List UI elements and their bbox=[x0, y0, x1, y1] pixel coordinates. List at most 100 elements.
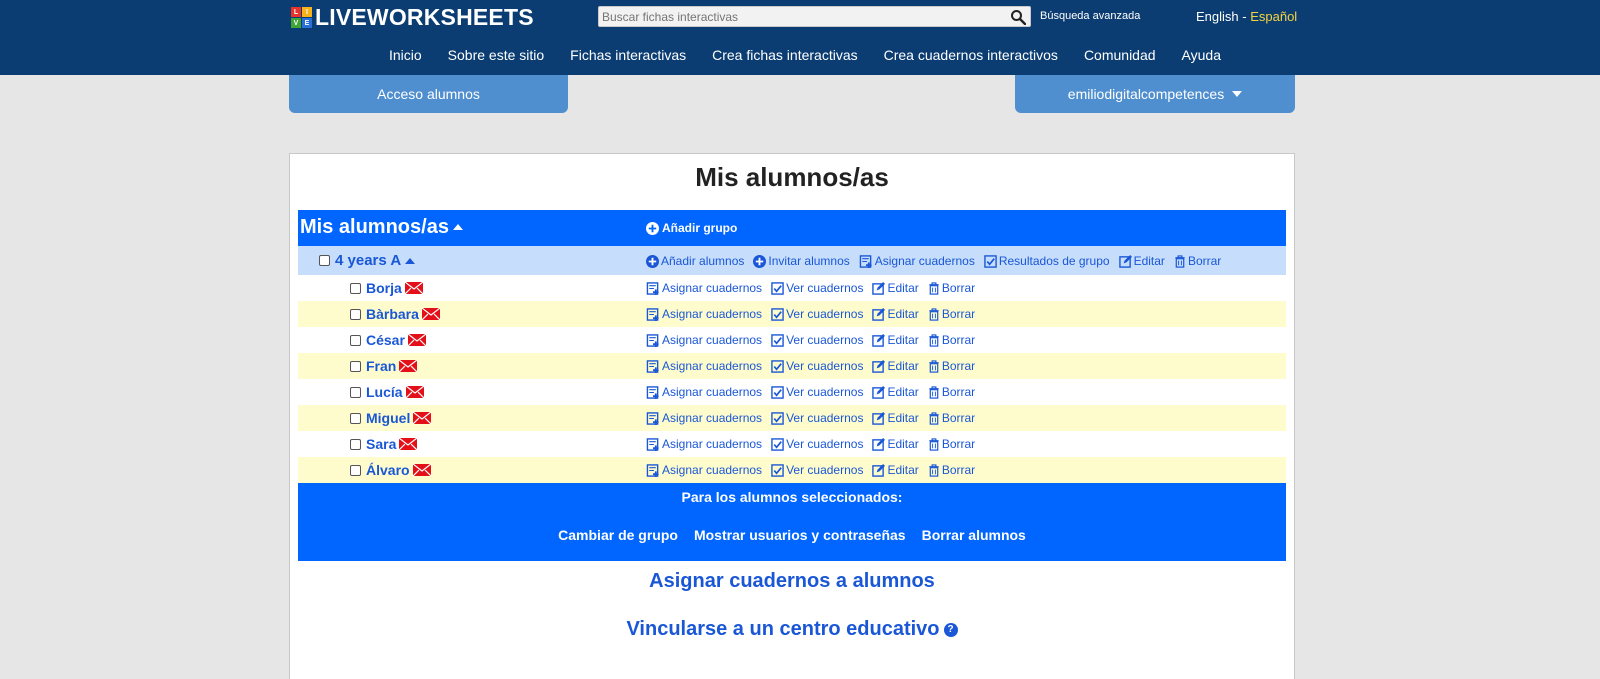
student-name[interactable]: Borja bbox=[350, 280, 423, 296]
mail-icon[interactable] bbox=[399, 360, 418, 372]
student-checkbox[interactable] bbox=[350, 386, 361, 398]
view-notebooks-button[interactable]: Ver cuadernos bbox=[771, 463, 863, 477]
delete-student-button[interactable]: Borrar bbox=[928, 411, 975, 425]
edit-icon bbox=[872, 437, 886, 451]
view-notebooks-button[interactable]: Ver cuadernos bbox=[771, 385, 863, 399]
student-name[interactable]: Lucía bbox=[350, 384, 424, 400]
delete-student-button[interactable]: Borrar bbox=[928, 333, 975, 347]
collapse-caret-icon bbox=[452, 224, 463, 230]
mail-icon[interactable] bbox=[404, 282, 423, 294]
search-input[interactable] bbox=[599, 7, 999, 26]
mail-icon[interactable] bbox=[405, 386, 424, 398]
action-label: Editar bbox=[1133, 254, 1165, 268]
lang-english-link[interactable]: English bbox=[1196, 9, 1239, 24]
view-notebooks-button[interactable]: Ver cuadernos bbox=[771, 411, 863, 425]
help-icon[interactable]: ? bbox=[943, 622, 958, 637]
delete-student-button[interactable]: Borrar bbox=[928, 463, 975, 477]
invite-students-button[interactable]: Invitar alumnos bbox=[753, 254, 850, 268]
page-title: Mis alumnos/as bbox=[695, 162, 889, 192]
assign-notebooks-group-button[interactable]: Asignar cuadernos bbox=[859, 254, 975, 268]
student-name[interactable]: Álvaro bbox=[350, 462, 431, 478]
advanced-search-link[interactable]: Búsqueda avanzada bbox=[1040, 10, 1140, 22]
mail-icon[interactable] bbox=[412, 464, 431, 476]
assign-notebooks-button[interactable]: Asignar cuadernos bbox=[646, 437, 762, 451]
assign-notebooks-button[interactable]: Asignar cuadernos bbox=[646, 385, 762, 399]
edit-student-button[interactable]: Editar bbox=[872, 359, 919, 373]
change-group-button[interactable]: Cambiar de grupo bbox=[558, 527, 678, 543]
add-students-button[interactable]: Añadir alumnos bbox=[646, 254, 744, 268]
student-name[interactable]: Miguel bbox=[350, 410, 432, 426]
delete-student-button[interactable]: Borrar bbox=[928, 437, 975, 451]
delete-students-button[interactable]: Borrar alumnos bbox=[922, 527, 1026, 543]
assign-notebooks-link[interactable]: Asignar cuadernos a alumnos bbox=[290, 570, 1294, 593]
assign-notebooks-button[interactable]: Asignar cuadernos bbox=[646, 307, 762, 321]
group-checkbox[interactable] bbox=[319, 255, 330, 266]
student-name[interactable]: Fran bbox=[350, 358, 418, 374]
nav-crea-cuadernos[interactable]: Crea cuadernos interactivos bbox=[884, 47, 1058, 63]
delete-student-button[interactable]: Borrar bbox=[928, 281, 975, 295]
view-notebooks-button[interactable]: Ver cuadernos bbox=[771, 281, 863, 295]
edit-student-button[interactable]: Editar bbox=[872, 307, 919, 321]
delete-student-button[interactable]: Borrar bbox=[928, 359, 975, 373]
student-checkbox[interactable] bbox=[350, 282, 361, 294]
group-results-button[interactable]: Resultados de grupo bbox=[984, 254, 1110, 268]
assign-notebooks-button[interactable]: Asignar cuadernos bbox=[646, 359, 762, 373]
add-group-button[interactable]: Añadir grupo bbox=[646, 221, 737, 235]
student-checkbox[interactable] bbox=[350, 464, 361, 476]
student-name[interactable]: Bàrbara bbox=[350, 306, 440, 322]
view-notebooks-button[interactable]: Ver cuadernos bbox=[771, 307, 863, 321]
search-icon[interactable] bbox=[1010, 9, 1026, 25]
student-checkbox[interactable] bbox=[350, 308, 361, 320]
student-name[interactable]: Sara bbox=[350, 436, 418, 452]
assign-notebooks-button[interactable]: Asignar cuadernos bbox=[646, 333, 762, 347]
action-label: Editar bbox=[887, 333, 919, 347]
action-label: Editar bbox=[887, 307, 919, 321]
nav-fichas[interactable]: Fichas interactivas bbox=[570, 47, 686, 63]
edit-group-button[interactable]: Editar bbox=[1118, 254, 1165, 268]
action-label: Ver cuadernos bbox=[786, 333, 864, 347]
user-menu-tab[interactable]: emiliodigitalcompetences bbox=[1015, 75, 1295, 113]
site-logo[interactable]: L I V E LIVEWORKSHEETS bbox=[291, 4, 534, 31]
action-label: Borrar bbox=[941, 437, 976, 451]
mail-icon[interactable] bbox=[407, 334, 426, 346]
edit-student-button[interactable]: Editar bbox=[872, 281, 919, 295]
mail-icon[interactable] bbox=[421, 308, 440, 320]
student-actions: Asignar cuadernos Ver cuadernos Editar Borr… bbox=[646, 281, 984, 295]
show-credentials-button[interactable]: Mostrar usuarios y contraseñas bbox=[694, 527, 906, 543]
nav-sobre[interactable]: Sobre este sitio bbox=[448, 47, 545, 63]
group-name[interactable]: 4 years A bbox=[319, 252, 416, 269]
checkbox-checked-icon bbox=[771, 437, 784, 451]
action-label: Asignar cuadernos bbox=[662, 385, 763, 399]
table-row: Borja Asignar cuadernos Ver cuadernos Edita… bbox=[298, 275, 1286, 301]
nav-inicio[interactable]: Inicio bbox=[389, 47, 422, 63]
delete-group-button[interactable]: Borrar bbox=[1174, 254, 1221, 268]
view-notebooks-button[interactable]: Ver cuadernos bbox=[771, 359, 863, 373]
assign-notebooks-button[interactable]: Asignar cuadernos bbox=[646, 411, 762, 425]
mail-icon[interactable] bbox=[399, 438, 418, 450]
student-checkbox[interactable] bbox=[350, 438, 361, 450]
view-notebooks-button[interactable]: Ver cuadernos bbox=[771, 437, 863, 451]
edit-student-button[interactable]: Editar bbox=[872, 437, 919, 451]
edit-student-button[interactable]: Editar bbox=[872, 333, 919, 347]
nav-ayuda[interactable]: Ayuda bbox=[1182, 47, 1221, 63]
assign-notebooks-button[interactable]: Asignar cuadernos bbox=[646, 281, 762, 295]
view-notebooks-button[interactable]: Ver cuadernos bbox=[771, 333, 863, 347]
assign-notebook-icon bbox=[646, 463, 659, 477]
assign-notebooks-button[interactable]: Asignar cuadernos bbox=[646, 463, 762, 477]
students-access-tab[interactable]: Acceso alumnos bbox=[289, 75, 568, 113]
student-name[interactable]: César bbox=[350, 332, 426, 348]
delete-student-button[interactable]: Borrar bbox=[928, 307, 975, 321]
nav-crea-fichas[interactable]: Crea fichas interactivas bbox=[712, 47, 858, 63]
link-school-link[interactable]: Vincularse a un centro educativo? bbox=[290, 618, 1294, 641]
mail-icon[interactable] bbox=[413, 412, 432, 424]
student-checkbox[interactable] bbox=[350, 412, 361, 424]
delete-student-button[interactable]: Borrar bbox=[928, 385, 975, 399]
table-title[interactable]: Mis alumnos/as bbox=[300, 216, 463, 239]
lang-spanish-link[interactable]: Español bbox=[1250, 9, 1297, 24]
student-checkbox[interactable] bbox=[350, 360, 361, 372]
student-checkbox[interactable] bbox=[350, 334, 361, 346]
edit-student-button[interactable]: Editar bbox=[872, 385, 919, 399]
nav-comunidad[interactable]: Comunidad bbox=[1084, 47, 1156, 63]
edit-student-button[interactable]: Editar bbox=[872, 411, 919, 425]
edit-student-button[interactable]: Editar bbox=[872, 463, 919, 477]
